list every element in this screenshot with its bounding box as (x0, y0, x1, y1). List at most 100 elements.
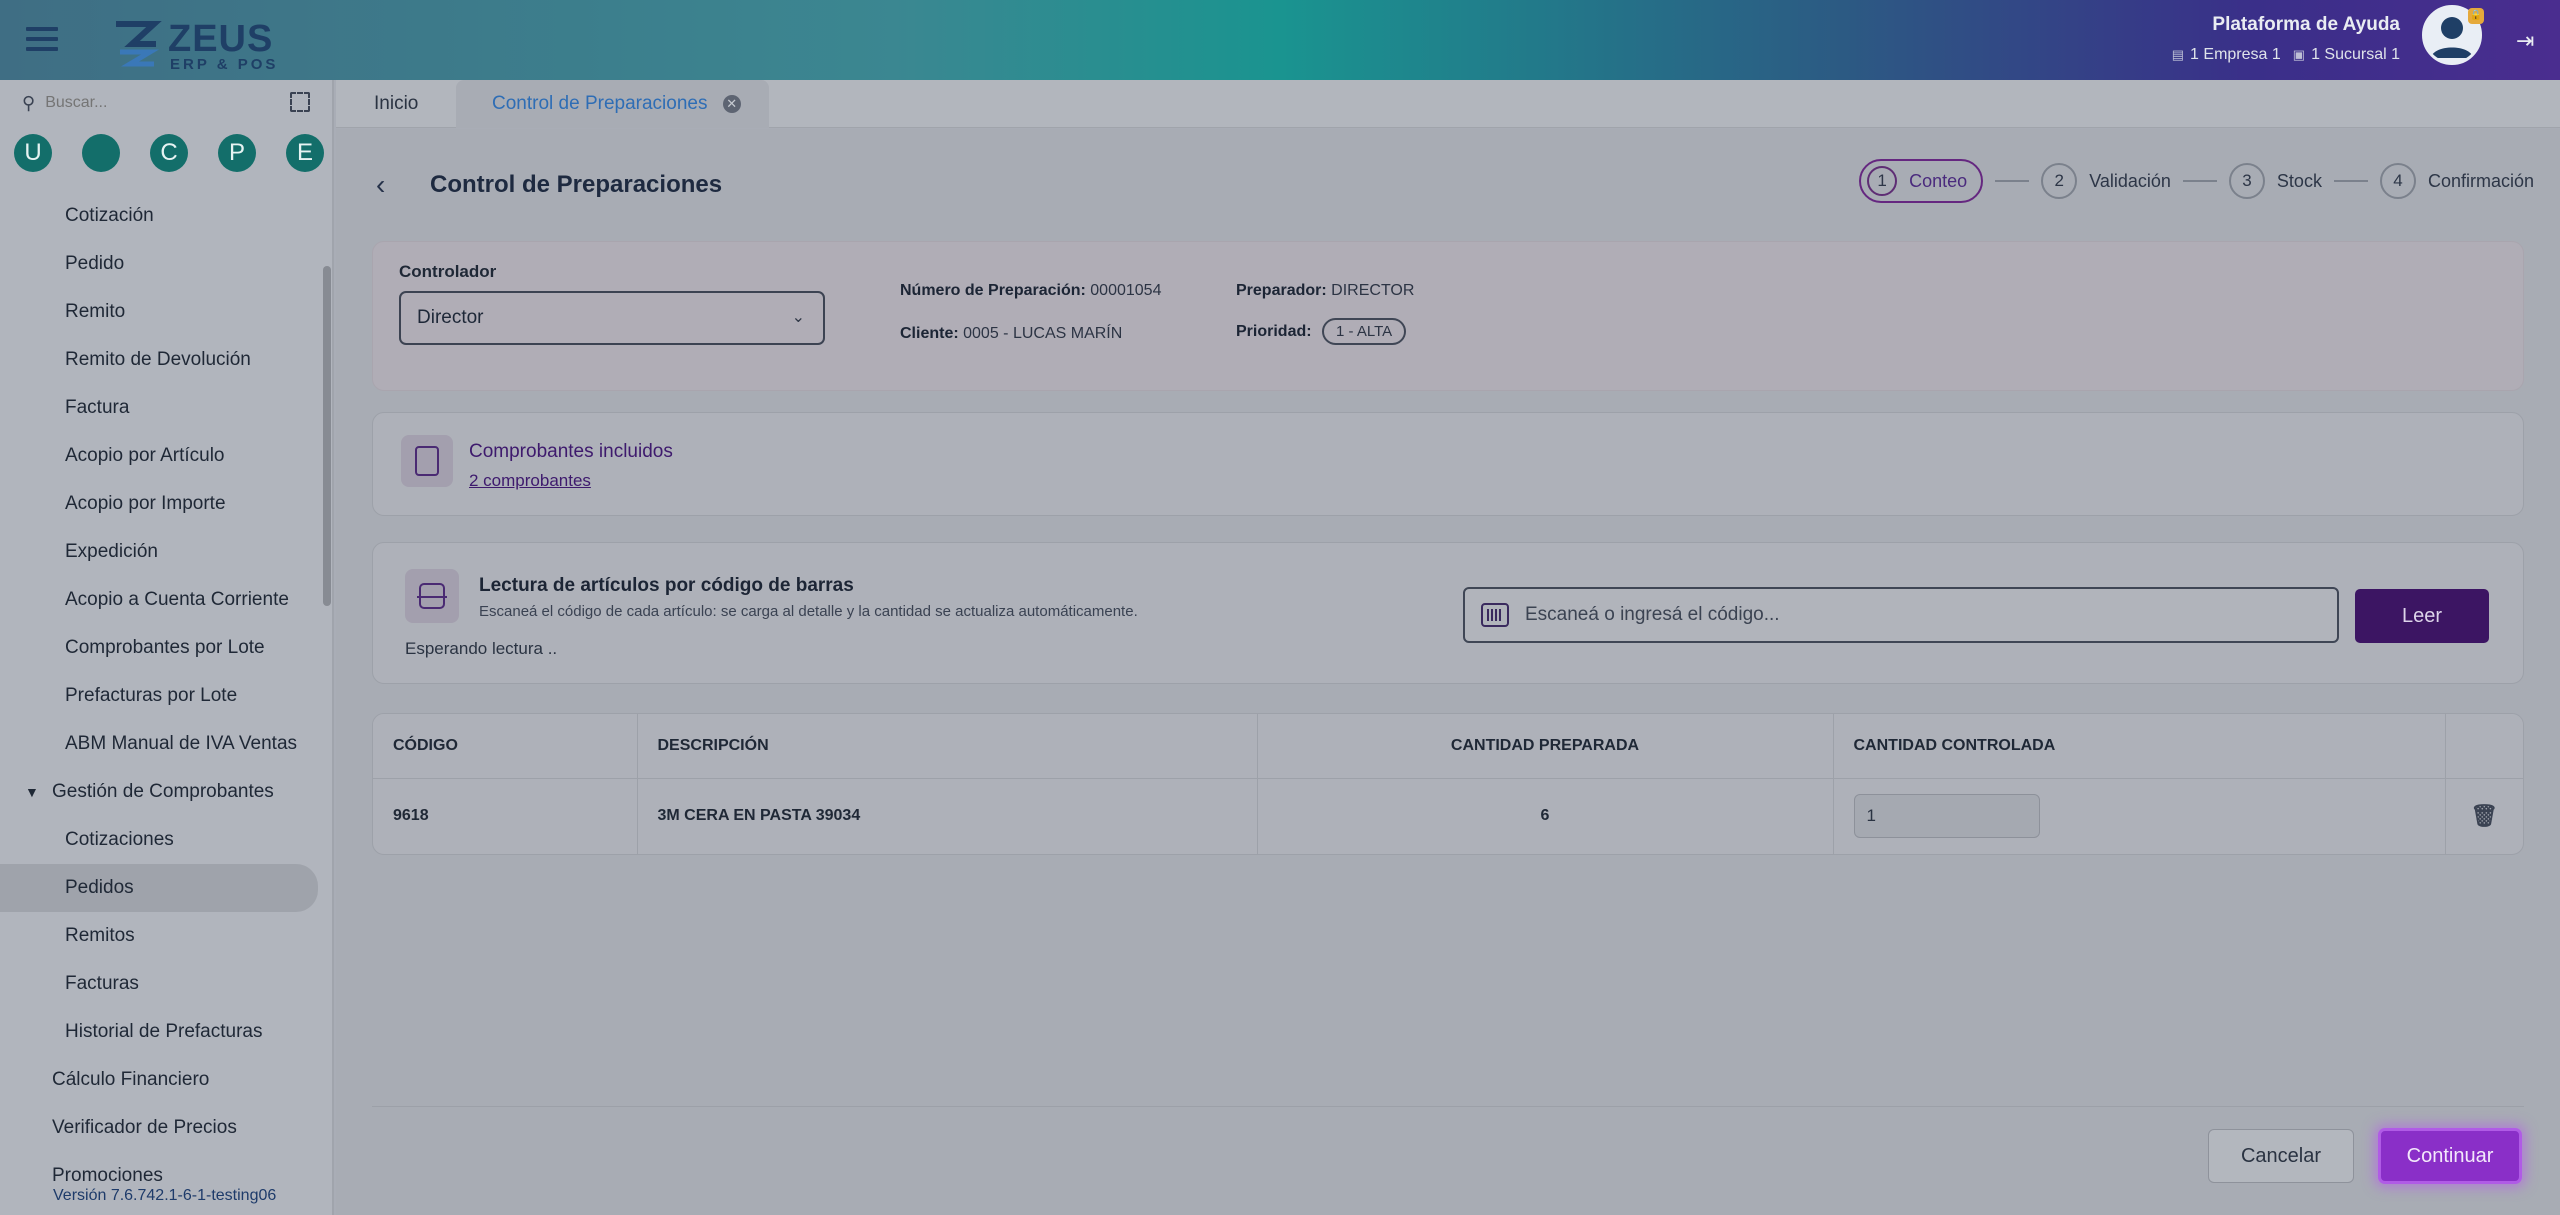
module-c-button[interactable]: C (150, 134, 188, 172)
cell-actions: 🗑 (2445, 778, 2523, 854)
logout-icon[interactable]: ⇥ (2516, 28, 2540, 53)
sidebar-item-pedido[interactable]: Pedido (0, 240, 318, 288)
logo-subtext: ERP & POS (170, 56, 279, 73)
client-info: Cliente: 0005 - LUCAS MARÍN (900, 325, 1122, 343)
step-label: Conteo (1909, 170, 1968, 191)
sidebar-item-remito-devolucion[interactable]: Remito de Devolución (0, 336, 318, 384)
module-p-button[interactable]: P (218, 134, 256, 172)
close-icon[interactable]: ✕ (722, 94, 741, 113)
controller-value: Director (417, 307, 484, 328)
barcode-status: Esperando lectura .. (405, 639, 558, 658)
step-label: Validación (2089, 170, 2171, 191)
sidebar-item-acopio-articulo[interactable]: Acopio por Artículo (0, 432, 318, 480)
tab-control-preparaciones[interactable]: Control de Preparaciones ✕ (456, 80, 769, 128)
sidebar-item-historial-prefacturas[interactable]: Historial de Prefacturas (0, 1008, 318, 1056)
search-input[interactable] (45, 94, 246, 112)
trash-icon[interactable]: 🗑 (2470, 803, 2498, 829)
footer-divider (372, 1106, 2524, 1107)
col-header-actions (2445, 714, 2523, 779)
search-icon: ⚲ (22, 92, 36, 113)
priority-label: Prioridad: (1236, 323, 1312, 340)
col-header-prepared: CANTIDAD PREPARADA (1257, 714, 1834, 779)
prep-number-value: 00001054 (1090, 282, 1162, 299)
fullscreen-icon[interactable] (290, 92, 310, 112)
tab-inicio[interactable]: Inicio (374, 80, 418, 128)
module-blank-button[interactable] (82, 134, 120, 172)
step-number: 4 (2379, 163, 2416, 199)
top-bar: ZEUS ERP & POS Plataforma de Ayuda ▤ 1 Em… (0, 0, 2560, 80)
main-content: ‹ Control de Preparaciones 1 Conteo 2 Va… (336, 129, 2560, 1215)
sidebar-search: ⚲ (0, 80, 332, 126)
barcode-icon (1481, 603, 1509, 627)
step-confirmacion[interactable]: 4 Confirmación (2379, 163, 2534, 199)
controller-select[interactable]: Director ⌄ (399, 291, 825, 345)
sidebar-item-factura[interactable]: Factura (0, 384, 318, 432)
controller-card: Controlador Director ⌄ Número de Prepara… (372, 241, 2524, 391)
step-label: Stock (2276, 170, 2322, 191)
step-connector (2182, 180, 2217, 182)
sidebar-item-remito[interactable]: Remito (0, 288, 318, 336)
cell-prepared: 6 (1257, 778, 1834, 854)
step-label: Confirmación (2427, 170, 2534, 191)
barcode-subtitle: Escaneá el código de cada artículo: se c… (479, 603, 1138, 620)
store-icon: ▣ (2292, 47, 2306, 62)
client-value: 0005 - LUCAS MARÍN (963, 325, 1123, 342)
step-number: 2 (2041, 163, 2078, 199)
step-number: 3 (2228, 163, 2265, 199)
sidebar-item-remitos[interactable]: Remitos (0, 912, 318, 960)
module-u-button[interactable]: U (14, 134, 52, 172)
company-label[interactable]: 1 Empresa 1 (2190, 46, 2281, 63)
preparer-value: DIRECTOR (1331, 282, 1415, 299)
sidebar-item-prefacturas-lote[interactable]: Prefacturas por Lote (0, 672, 318, 720)
building-icon: ▤ (2171, 47, 2185, 62)
barcode-card: Lectura de artículos por código de barra… (372, 542, 2524, 684)
sidebar-item-abm-iva-ventas[interactable]: ABM Manual de IVA Ventas (0, 720, 318, 768)
sidebar-group-gestion-comprobantes[interactable]: ▼ Gestión de Comprobantes (0, 768, 318, 816)
sidebar-item-calculo-financiero[interactable]: Cálculo Financiero (0, 1056, 318, 1104)
read-button[interactable]: Leer (2355, 589, 2489, 643)
sidebar-item-pedidos[interactable]: Pedidos (0, 864, 318, 912)
version-label: Versión 7.6.742.1-6-1-testing06 (53, 1187, 277, 1204)
sidebar-item-comprobantes-lote[interactable]: Comprobantes por Lote (0, 624, 318, 672)
step-conteo[interactable]: 1 Conteo (1859, 159, 1984, 203)
help-platform-link[interactable]: Plataforma de Ayuda (2172, 14, 2400, 36)
sidebar-item-expedicion[interactable]: Expedición (0, 528, 318, 576)
back-arrow-icon[interactable]: ‹ (376, 169, 385, 201)
zeus-logo[interactable]: ZEUS ERP & POS (110, 14, 280, 73)
step-validacion[interactable]: 2 Validación (2041, 163, 2171, 199)
priority-info: Prioridad: 1 - ALTA (1236, 318, 1407, 345)
cancel-button[interactable]: Cancelar (2208, 1129, 2354, 1183)
controlled-quantity-input[interactable] (1853, 794, 2040, 839)
barcode-input-wrapper (1463, 587, 2339, 643)
continue-button[interactable]: Continuar (2378, 1128, 2522, 1184)
preparer-label: Preparador: (1236, 282, 1327, 299)
cell-controlled (1833, 778, 2446, 854)
user-context: Plataforma de Ayuda ▤ 1 Empresa 1 ▣ 1 Sucu… (2172, 14, 2400, 64)
items-table: CÓDIGO DESCRIPCIÓN CANTIDAD PREPARADA CA… (373, 714, 2523, 854)
menu-icon[interactable] (26, 27, 58, 53)
module-shortcuts: U C P E (14, 134, 324, 172)
stepper: 1 Conteo 2 Validación 3 Stock 4 Confirma… (1859, 159, 2534, 203)
lock-icon: 🔒 (2468, 8, 2484, 24)
sidebar-item-acopio-cuenta-corriente[interactable]: Acopio a Cuenta Corriente (0, 576, 318, 624)
step-connector (2333, 180, 2368, 182)
vouchers-card: Comprobantes incluidos 2 comprobantes (372, 412, 2524, 516)
sidebar-item-facturas[interactable]: Facturas (0, 960, 318, 1008)
controller-label: Controlador (399, 262, 497, 281)
caret-down-icon: ▼ (25, 784, 39, 800)
vouchers-title: Comprobantes incluidos (469, 441, 673, 462)
barcode-input[interactable] (1525, 589, 2315, 641)
step-number: 1 (1867, 166, 1898, 196)
prep-number-info: Número de Preparación: 00001054 (900, 282, 1161, 300)
step-connector (1995, 180, 2030, 182)
sidebar-item-acopio-importe[interactable]: Acopio por Importe (0, 480, 318, 528)
sidebar-item-cotizacion[interactable]: Cotización (0, 192, 318, 240)
branch-label[interactable]: 1 Sucursal 1 (2311, 46, 2400, 63)
sidebar: ⚲ U C P E Cotización Pedido Remito Remit… (0, 80, 334, 1215)
module-e-button[interactable]: E (286, 134, 324, 172)
step-stock[interactable]: 3 Stock (2228, 163, 2322, 199)
sidebar-scrollbar[interactable] (323, 266, 331, 606)
sidebar-item-cotizaciones[interactable]: Cotizaciones (0, 816, 318, 864)
vouchers-link[interactable]: 2 comprobantes (469, 471, 591, 491)
sidebar-item-verificador-precios[interactable]: Verificador de Precios (0, 1104, 318, 1152)
